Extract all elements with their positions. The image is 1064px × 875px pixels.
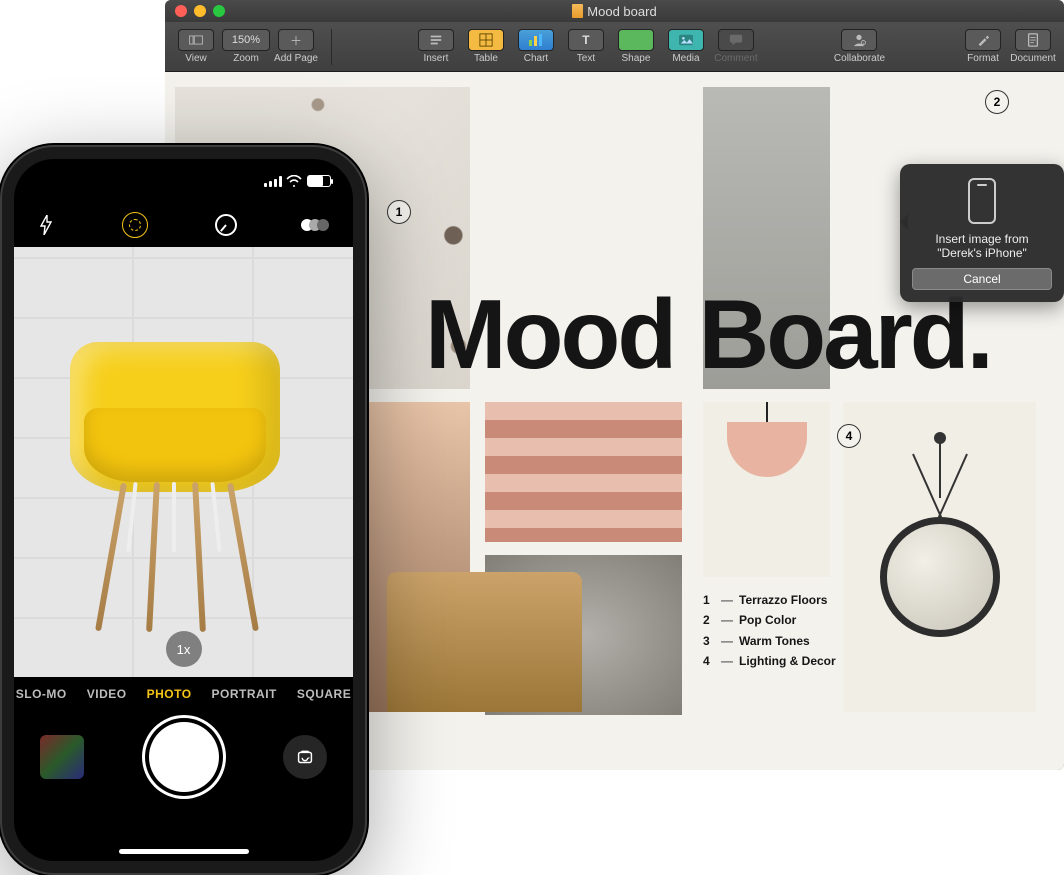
callout-1[interactable]: 1 xyxy=(387,200,411,224)
legend-item: 4—Lighting & Decor xyxy=(703,651,873,671)
document-icon xyxy=(572,4,583,18)
toolbar: View 150% Zoom ＋ Add Page Insert xyxy=(165,22,1064,72)
image-stripes[interactable] xyxy=(485,402,682,542)
shutter-button[interactable] xyxy=(149,722,219,792)
toolbar-collaborate-button[interactable]: + Collaborate xyxy=(834,25,885,69)
window-titlebar[interactable]: Mood board xyxy=(165,0,1064,22)
toolbar-shape-button[interactable]: Shape xyxy=(611,25,661,69)
window-title: Mood board xyxy=(165,4,1064,19)
last-photo-thumbnail[interactable] xyxy=(40,735,84,779)
toolbar-table-button[interactable]: Table xyxy=(461,25,511,69)
phone-outline-icon xyxy=(968,178,996,224)
toolbar-media-button[interactable]: Media xyxy=(661,25,711,69)
toolbar-format-button[interactable]: Format xyxy=(958,25,1008,69)
callout-2[interactable]: 2 xyxy=(985,90,1009,114)
timer-button[interactable] xyxy=(215,214,237,236)
toolbar-zoom-button[interactable]: 150% Zoom xyxy=(221,25,271,69)
zoom-level-button[interactable]: 1x xyxy=(166,631,202,667)
viewfinder-subject-chair xyxy=(70,342,290,642)
popover-line2: "Derek's iPhone" xyxy=(912,246,1052,260)
shape-icon xyxy=(618,29,654,51)
camera-top-controls xyxy=(14,203,353,247)
window-title-text: Mood board xyxy=(587,4,656,19)
mode-slomo[interactable]: SLO-MO xyxy=(16,687,67,701)
toolbar-text-button[interactable]: T Text xyxy=(561,25,611,69)
format-icon xyxy=(965,29,1001,51)
chart-icon xyxy=(518,29,554,51)
home-indicator[interactable] xyxy=(119,849,249,854)
mode-square[interactable]: SQUARE xyxy=(297,687,351,701)
cancel-button[interactable]: Cancel xyxy=(912,268,1052,290)
mode-photo[interactable]: PHOTO xyxy=(147,687,192,701)
headline-text[interactable]: Mood Board. xyxy=(425,289,1025,379)
camera-mode-selector[interactable]: SLO-MO VIDEO PHOTO PORTRAIT SQUARE xyxy=(14,677,353,711)
mode-video[interactable]: VIDEO xyxy=(87,687,127,701)
comment-icon xyxy=(718,29,754,51)
toolbar-divider xyxy=(331,29,332,65)
camera-viewfinder[interactable]: 1x xyxy=(14,247,353,677)
legend-item: 3—Warm Tones xyxy=(703,631,873,651)
image-lamp[interactable] xyxy=(703,402,830,577)
toolbar-add-page-button[interactable]: ＋ Add Page xyxy=(271,25,321,69)
camera-flip-button[interactable] xyxy=(283,735,327,779)
toolbar-chart-button[interactable]: Chart xyxy=(511,25,561,69)
toolbar-view-button[interactable]: View xyxy=(171,25,221,69)
collaborate-icon: + xyxy=(841,29,877,51)
toolbar-document-button[interactable]: Document xyxy=(1008,25,1058,69)
filters-button[interactable] xyxy=(305,219,329,231)
wifi-icon xyxy=(286,175,302,187)
zoom-value: 150% xyxy=(222,29,270,51)
media-icon xyxy=(668,29,704,51)
view-icon xyxy=(178,29,214,51)
text-icon: T xyxy=(568,29,604,51)
iphone-notch xyxy=(99,159,269,187)
insert-icon xyxy=(418,29,454,51)
battery-icon xyxy=(307,175,331,187)
legend-item: 1—Terrazzo Floors xyxy=(703,590,873,610)
popover-line1: Insert image from xyxy=(912,232,1052,246)
iphone-screen: 1x SLO-MO VIDEO PHOTO PORTRAIT SQUARE xyxy=(14,159,353,861)
callout-4[interactable]: 4 xyxy=(837,424,861,448)
image-sofa[interactable] xyxy=(387,572,582,712)
live-photo-button[interactable] xyxy=(122,212,148,238)
toolbar-comment-button[interactable]: Comment xyxy=(711,25,761,69)
iphone-device: 1x SLO-MO VIDEO PHOTO PORTRAIT SQUARE xyxy=(0,145,367,875)
document-toolbar-icon xyxy=(1015,29,1051,51)
plus-icon: ＋ xyxy=(278,29,314,51)
legend-item: 2—Pop Color xyxy=(703,610,873,630)
svg-text:+: + xyxy=(863,41,865,45)
camera-bottom-controls xyxy=(14,711,353,803)
table-icon xyxy=(468,29,504,51)
mode-portrait[interactable]: PORTRAIT xyxy=(212,687,277,701)
legend-list[interactable]: 1—Terrazzo Floors 2—Pop Color 3—Warm Ton… xyxy=(703,590,873,672)
continuity-camera-popover: Insert image from "Derek's iPhone" Cance… xyxy=(900,164,1064,302)
flash-button[interactable] xyxy=(38,215,54,235)
toolbar-insert-button[interactable]: Insert xyxy=(411,25,461,69)
